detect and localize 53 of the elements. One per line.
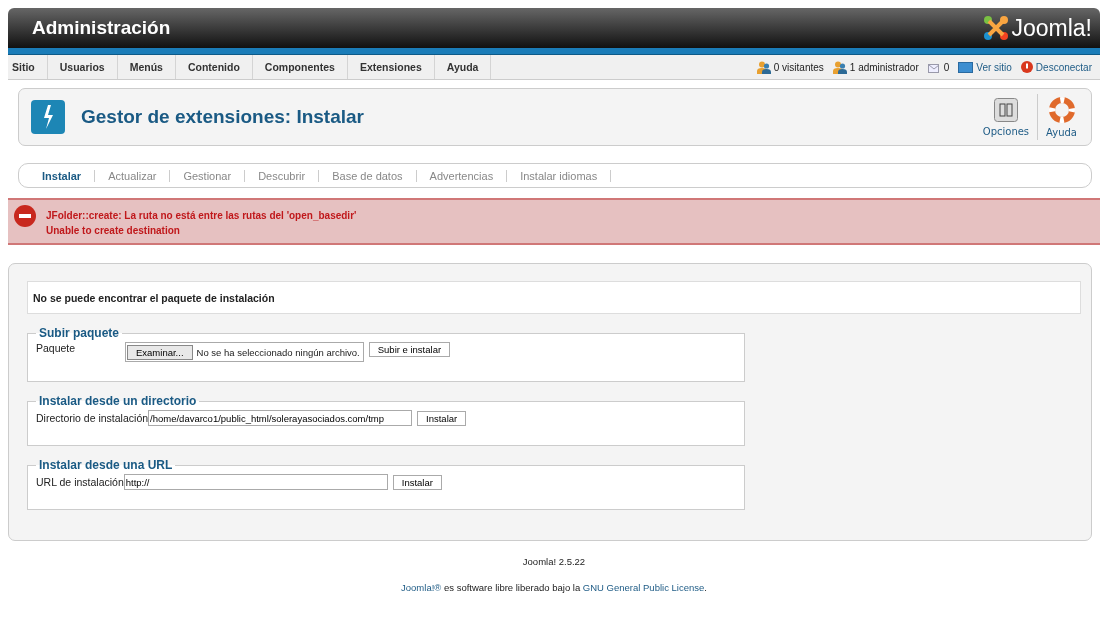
path-field[interactable]: /home/davarco1/public_html/solerayasociados.com/tmp — [148, 410, 413, 426]
status-link[interactable]: Desconectar — [1035, 61, 1092, 73]
menu-item[interactable]: Menús — [117, 55, 176, 79]
lifebuoy-icon — [1048, 96, 1075, 123]
status-text: 0 — [943, 61, 950, 73]
path-field[interactable]: http:// — [123, 474, 388, 490]
error-text: JFolder::create: La ruta no está entre las rutas del 'open_basedir' — [46, 210, 357, 221]
subtab[interactable]: Base de datos — [319, 169, 417, 182]
menu-item[interactable]: Extensiones — [347, 55, 435, 79]
subtab[interactable]: Actualizar — [95, 169, 171, 182]
subtab[interactable]: Descubrir — [245, 169, 320, 182]
screen-icon — [958, 61, 974, 73]
notice-message: No se puede encontrar el paquete de instalación — [27, 281, 1081, 314]
power-icon — [1020, 61, 1033, 73]
error-text: Unable to create destination — [46, 225, 181, 236]
menu-item[interactable]: Usuarios — [47, 55, 118, 79]
toolbar-button[interactable]: Opciones — [976, 97, 1036, 137]
version-text: Joomla! 2.5.22 — [522, 556, 586, 567]
status-text: 1 administrador — [849, 61, 919, 73]
menu-item[interactable]: Contenido — [175, 55, 253, 79]
upload-button[interactable]: Subir e instalar — [368, 342, 451, 357]
joomla-link[interactable]: Joomla!® — [401, 582, 442, 593]
menu-item[interactable]: Ayuda — [434, 55, 492, 79]
logo-text: Joomla! — [1011, 14, 1092, 42]
install-button[interactable]: Instalar — [417, 410, 467, 426]
header-title: Administración — [32, 17, 171, 39]
subtab[interactable]: Gestionar — [170, 169, 246, 182]
menu-item[interactable]: Componentes — [252, 55, 348, 79]
menu-item[interactable]: Sitio — [8, 55, 48, 79]
field-label: URL de instalación — [36, 476, 124, 488]
mail-icon — [927, 61, 941, 73]
page-title: Gestor de extensiones: Instalar — [81, 106, 365, 128]
subtab[interactable]: Instalar idiomas — [507, 169, 612, 182]
status-link[interactable]: Ver sitio — [976, 61, 1012, 73]
users-icon — [756, 60, 771, 74]
browse-button[interactable]: Examinar... — [127, 344, 193, 360]
license-text: Joomla!® es software libre liberado bajo la GNU General Public License. — [401, 582, 707, 593]
subtab[interactable]: Advertencias — [416, 169, 508, 182]
file-status: No se ha seleccionado ningún archivo. — [195, 346, 361, 358]
logo-icon — [983, 15, 1010, 41]
status-text: 0 visitantes — [773, 61, 824, 73]
toggle-switch-icon — [993, 97, 1018, 122]
toolbar-button[interactable]: Ayuda — [1040, 96, 1083, 138]
field-label: Directorio de instalación — [36, 412, 149, 424]
fieldset-legend: Instalar desde un directorio — [36, 394, 200, 408]
lightning-icon — [31, 100, 65, 134]
error-icon — [14, 205, 36, 227]
install-button[interactable]: Instalar — [392, 474, 442, 490]
fieldset-legend: Subir paquete — [36, 326, 122, 340]
field-label: Paquete — [36, 342, 77, 354]
file-input[interactable]: Examinar... No se ha seleccionado ningún archivo. — [125, 342, 364, 362]
fieldset-legend: Instalar desde una URL — [36, 458, 176, 472]
user-icon — [832, 60, 847, 74]
